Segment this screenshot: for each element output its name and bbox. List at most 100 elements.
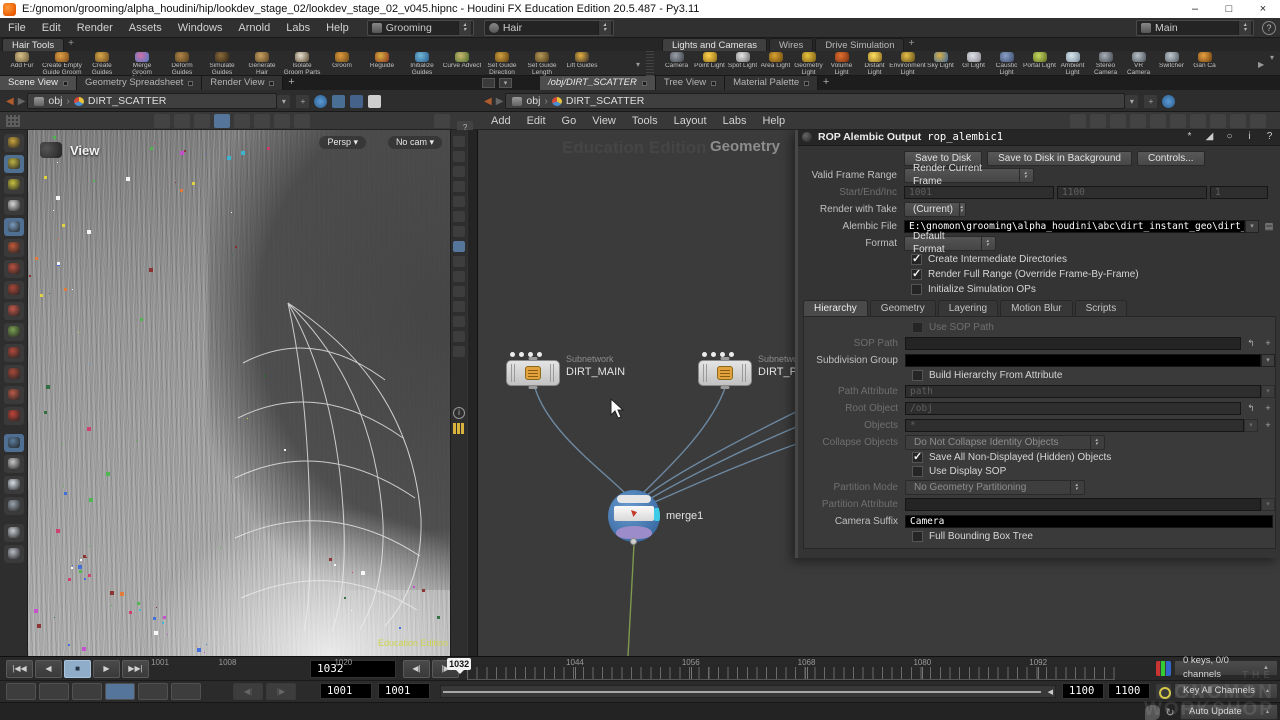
groom-select-icon[interactable] [4, 434, 24, 452]
overlay-icon[interactable] [4, 545, 24, 563]
shelf-tool-isolate-groom-parts[interactable]: Isolate Groom Parts [282, 51, 322, 76]
mirror-tool-icon[interactable] [4, 497, 24, 515]
go-start-button[interactable]: |◀◀ [6, 660, 33, 678]
render-full-range-checkbox[interactable] [911, 269, 922, 280]
pane-menu-icon[interactable]: ▾ [499, 78, 512, 88]
shelf-tool-add-fur[interactable]: Add Fur [2, 51, 42, 76]
gear-menu-icon[interactable]: * [1183, 131, 1196, 142]
nav-forward-icon[interactable]: ▶ [496, 96, 504, 107]
use-sop-path-checkbox[interactable] [912, 322, 923, 333]
pane-tab-material-palette[interactable]: Material Palette [725, 76, 818, 90]
keys-info-button[interactable]: 0 keys, 0/0 channels▲ [1174, 660, 1278, 676]
create-intermediate-checkbox[interactable] [911, 254, 922, 265]
param-tab-hierarchy[interactable]: Hierarchy [803, 300, 868, 316]
help-icon[interactable]: ? [1262, 21, 1276, 35]
jump-to-operator-icon[interactable]: ↰ [1244, 337, 1258, 350]
range-slider[interactable]: ◀ [440, 685, 1056, 698]
shelf-tool-set-guide-length[interactable]: Set Guide Length [522, 51, 562, 76]
palette-icon[interactable] [1130, 114, 1146, 128]
format-dropdown[interactable]: Default Format▴▾ [904, 236, 996, 251]
pane-tab-render-view[interactable]: Render View [202, 76, 283, 90]
info-icon[interactable]: i [453, 407, 465, 419]
shelf-overflow-icon[interactable]: ▾ [636, 60, 640, 69]
inc-field[interactable]: 1 [1210, 186, 1268, 199]
add-shelf-tab-button[interactable]: + [904, 38, 918, 51]
partition-mode-dropdown[interactable]: No Geometry Partitioning▴▾ [905, 480, 1085, 495]
layout-icon[interactable] [434, 114, 450, 128]
clump-tool-icon[interactable] [4, 344, 24, 362]
display-option-icon[interactable] [453, 346, 465, 357]
pane-tab-menu-icon[interactable] [269, 81, 274, 86]
viewport-path-field[interactable]: obj › DIRT_SCATTER [27, 93, 277, 109]
display-option-icon[interactable] [453, 316, 465, 327]
node-merge1[interactable] [608, 490, 660, 542]
pin-icon[interactable]: + [296, 95, 309, 108]
menu-labs[interactable]: Labs [278, 18, 318, 38]
shelf-tool-merge-groom-objects[interactable]: Merge Groom Objects [122, 51, 162, 76]
path-root[interactable]: obj [526, 95, 540, 107]
bounding-box-checkbox[interactable] [912, 531, 923, 542]
network-menu-tools[interactable]: Tools [624, 112, 666, 130]
node-dirt-main[interactable] [506, 360, 560, 386]
display-option-icon[interactable] [453, 136, 465, 147]
step-back-button[interactable]: ◀| [403, 660, 430, 678]
range-start-field[interactable]: 1001 [378, 683, 430, 699]
pane-tab-menu-icon[interactable] [711, 81, 716, 86]
shelf-tool-point-light[interactable]: Point Light [693, 51, 726, 76]
menu-arnold[interactable]: Arnold [230, 18, 278, 38]
global-start-field[interactable]: 1001 [320, 683, 372, 699]
brush-icon[interactable]: ◢ [1203, 131, 1216, 142]
channels-icon[interactable] [1156, 661, 1171, 676]
render-take-dropdown[interactable]: (Current)▴▾ [904, 202, 966, 217]
shelf-overflow-icon[interactable]: ▶ [1258, 60, 1264, 69]
magnet-tool-icon[interactable] [4, 407, 24, 425]
param-tab-scripts[interactable]: Scripts [1075, 300, 1128, 316]
help-icon[interactable]: ? [1263, 131, 1276, 142]
nav-back-icon[interactable]: ◀ [6, 96, 14, 107]
node-picker-icon[interactable]: + [1261, 337, 1275, 350]
root-object-field[interactable]: /obj [905, 402, 1241, 415]
pane-tab-menu-icon[interactable] [63, 81, 68, 86]
dropdown-icon[interactable]: ▾ [1261, 354, 1275, 367]
controls-button[interactable]: Controls... [1137, 151, 1205, 166]
pane-tab-scene-view[interactable]: Scene View [0, 76, 77, 90]
show-skin-icon[interactable] [4, 176, 24, 194]
play-button[interactable]: ▶ [93, 660, 120, 678]
node-output-connector[interactable] [529, 386, 538, 389]
pane-maximize-icon[interactable] [482, 78, 495, 88]
sop-path-field[interactable] [905, 337, 1241, 350]
global-end-field[interactable]: 1100 [1108, 683, 1150, 699]
shelf-tool-gan-ca[interactable]: Gan Ca [1188, 51, 1221, 76]
display-option-icon[interactable] [453, 196, 465, 207]
shelf-tool-initialize-guides[interactable]: Initialize Guides [402, 51, 442, 76]
shelf-tool-set-guide-direction[interactable]: Set Guide Direction [482, 51, 522, 76]
viewport-gear-icon[interactable] [294, 114, 310, 128]
step-forward-button[interactable]: |▶ [432, 660, 459, 678]
display-option-icon[interactable] [453, 226, 465, 237]
tick-display-icon[interactable] [138, 683, 168, 700]
shelf-tool-ambient-light[interactable]: Ambient Light [1056, 51, 1089, 76]
partition-attribute-field[interactable] [905, 498, 1261, 511]
background-image-icon[interactable] [1210, 114, 1226, 128]
network-tools-icon[interactable] [1070, 114, 1086, 128]
shelf-tool-create-guides[interactable]: Create Guides [82, 51, 122, 76]
view-tumble-icon[interactable] [154, 114, 170, 128]
key-all-channels-dropdown[interactable]: Key All Channels▴ [1174, 683, 1278, 699]
snapshot-icon[interactable] [1170, 114, 1186, 128]
shelf-tab-lights-and-cameras[interactable]: Lights and Cameras [662, 38, 767, 51]
menu-assets[interactable]: Assets [121, 18, 170, 38]
shelf-tool-area-light[interactable]: Area Light [759, 51, 792, 76]
network-menu-add[interactable]: Add [483, 112, 519, 130]
path-dropdown-icon[interactable]: ▾ [277, 95, 290, 108]
param-tab-geometry[interactable]: Geometry [870, 300, 936, 316]
display-hand-icon[interactable] [4, 524, 24, 542]
network-menu-go[interactable]: Go [554, 112, 585, 130]
auto-update-dropdown[interactable]: Auto Update▴ [1180, 704, 1278, 720]
sim-cache-icon[interactable] [72, 683, 102, 700]
smooth-tool-icon[interactable] [4, 386, 24, 404]
path-node[interactable]: DIRT_SCATTER [88, 95, 166, 107]
display-option-icon[interactable] [453, 181, 465, 192]
box-pick-icon[interactable] [234, 114, 250, 128]
add-pane-tab-button[interactable]: + [818, 76, 834, 90]
cut-tool-icon[interactable] [4, 365, 24, 383]
